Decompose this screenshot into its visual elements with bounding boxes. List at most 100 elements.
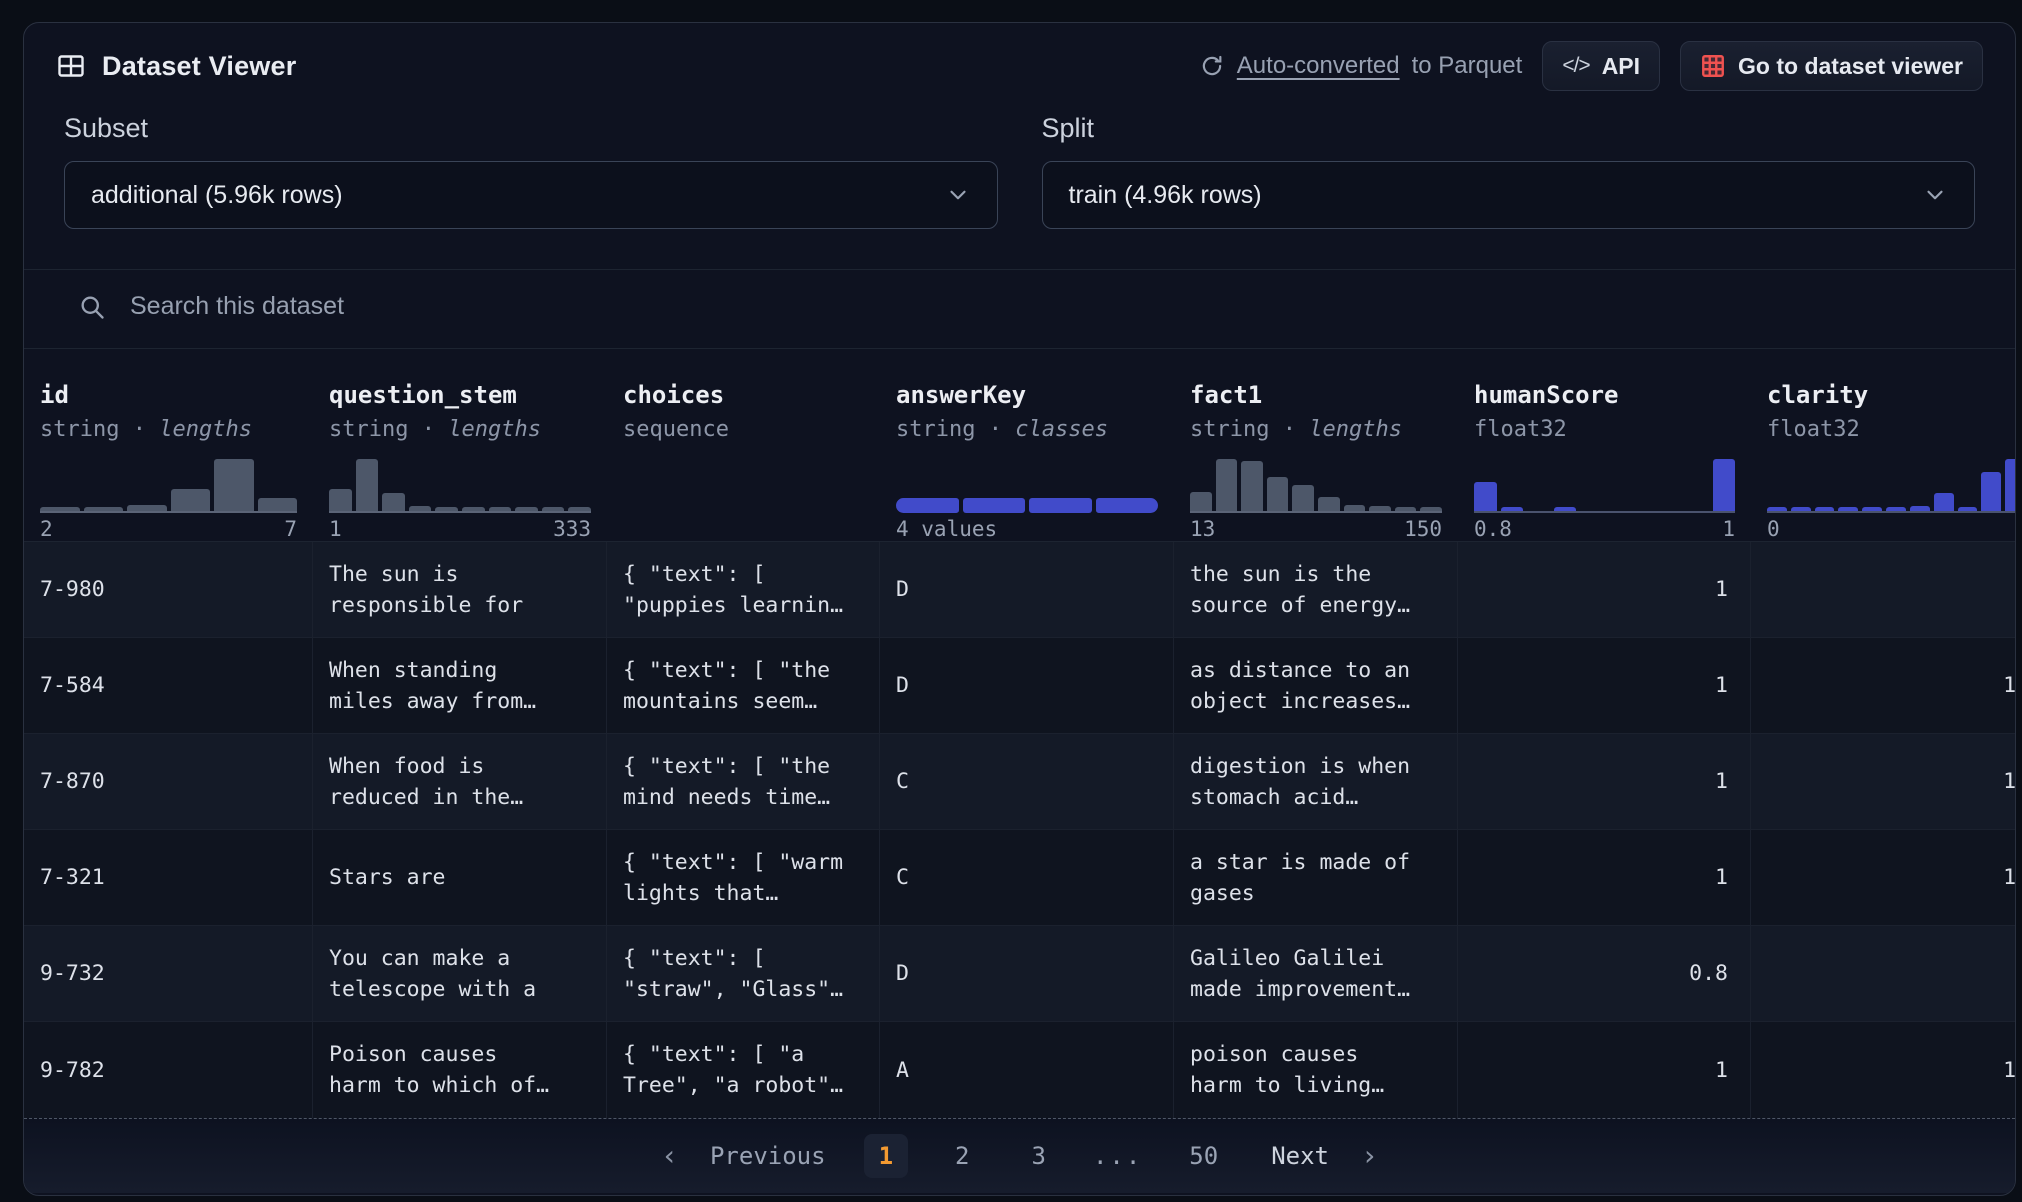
column-header-clarity: clarity float32 0 bbox=[1751, 349, 2016, 541]
cell-human-score: 1 bbox=[1458, 830, 1751, 925]
table-row: 9-782 Poison causes harm to which of… { … bbox=[24, 1022, 2015, 1118]
cell-choices: { "text": [ "a Tree", "a robot"… bbox=[607, 1022, 880, 1118]
header-actions: Auto-converted to Parquet </> API Go to … bbox=[1199, 41, 1983, 91]
code-icon: </> bbox=[1562, 54, 1589, 78]
histogram-min: 1 bbox=[329, 517, 342, 541]
previous-chevron-icon: ‹ bbox=[661, 1144, 678, 1168]
cell-id: 7-980 bbox=[24, 542, 313, 637]
histogram-fact1 bbox=[1190, 459, 1442, 513]
auto-converted-note: Auto-converted to Parquet bbox=[1199, 52, 1523, 80]
selectors-row: Subset additional (5.96k rows) Split tra… bbox=[24, 113, 2015, 229]
card-header: Dataset Viewer Auto-converted to Parquet… bbox=[24, 23, 2015, 99]
table-row: 7-584 When standing miles away from… { "… bbox=[24, 638, 2015, 734]
column-header-id: id string · lengths 27 bbox=[24, 349, 313, 541]
cell-answer-key: A bbox=[880, 1022, 1174, 1118]
cell-choices: { "text": [ "puppies learnin… bbox=[607, 542, 880, 637]
go-to-dataset-viewer-button[interactable]: Go to dataset viewer bbox=[1680, 41, 1983, 91]
histogram-clarity bbox=[1767, 459, 2016, 513]
dataset-viewer-card: Dataset Viewer Auto-converted to Parquet… bbox=[23, 22, 2016, 1196]
cell-fact1: the sun is the source of energy… bbox=[1174, 542, 1458, 637]
cell-id: 7-584 bbox=[24, 638, 313, 733]
histogram-max: 333 bbox=[553, 517, 591, 541]
column-header-choices: choices sequence bbox=[607, 349, 880, 541]
cell-question-stem: You can make a telescope with a bbox=[313, 926, 607, 1021]
cell-choices: { "text": [ "warm lights that… bbox=[607, 830, 880, 925]
subset-select-value: additional (5.96k rows) bbox=[91, 181, 343, 210]
red-grid-icon bbox=[1700, 53, 1726, 79]
class-bar bbox=[896, 459, 1158, 513]
pages-ellipsis: ... bbox=[1093, 1142, 1142, 1170]
column-header-human-score: humanScore float32 0.81 bbox=[1458, 349, 1751, 541]
subset-label: Subset bbox=[64, 113, 998, 143]
page-number-50[interactable]: 50 bbox=[1174, 1134, 1233, 1178]
cell-question-stem: When standing miles away from… bbox=[313, 638, 607, 733]
cell-fact1: as distance to an object increases… bbox=[1174, 638, 1458, 733]
cell-answer-key: C bbox=[880, 830, 1174, 925]
cell-clarity: 1. bbox=[1751, 1022, 2016, 1118]
split-label: Split bbox=[1042, 113, 1976, 143]
cell-clarity: 1. bbox=[1751, 734, 2016, 829]
column-header-answer-key: answerKey string · classes 4 values bbox=[880, 349, 1174, 541]
search-row bbox=[24, 269, 2015, 348]
histogram-empty bbox=[623, 459, 864, 513]
pagination: ‹ Previous 1 2 3 ... 50 Next › bbox=[24, 1119, 2015, 1193]
histogram-question-stem bbox=[329, 459, 591, 513]
histogram-min: 2 bbox=[40, 517, 53, 541]
histogram-min: 13 bbox=[1190, 517, 1215, 541]
parquet-text: to Parquet bbox=[1412, 52, 1523, 80]
cell-answer-key: C bbox=[880, 734, 1174, 829]
split-select[interactable]: train (4.96k rows) bbox=[1042, 161, 1976, 229]
cell-question-stem: When food is reduced in the… bbox=[313, 734, 607, 829]
column-header-fact1: fact1 string · lengths 13150 bbox=[1174, 349, 1458, 541]
cell-question-stem: Poison causes harm to which of… bbox=[313, 1022, 607, 1118]
cell-clarity bbox=[1751, 542, 2016, 637]
next-chevron-icon: › bbox=[1361, 1144, 1378, 1168]
cell-choices: { "text": [ "the mountains seem… bbox=[607, 638, 880, 733]
previous-button[interactable]: Previous bbox=[698, 1134, 838, 1178]
go-to-dataset-viewer-label: Go to dataset viewer bbox=[1738, 53, 1963, 80]
table-row: 7-321 Stars are { "text": [ "warm lights… bbox=[24, 830, 2015, 926]
histogram-max: 7 bbox=[284, 517, 297, 541]
histogram-min: 0 bbox=[1767, 517, 1780, 541]
cell-answer-key: D bbox=[880, 542, 1174, 637]
auto-converted-link[interactable]: Auto-converted bbox=[1237, 52, 1400, 80]
cell-answer-key: D bbox=[880, 638, 1174, 733]
cell-fact1: Galileo Galilei made improvement… bbox=[1174, 926, 1458, 1021]
cell-fact1: digestion is when stomach acid… bbox=[1174, 734, 1458, 829]
chevron-down-icon bbox=[1922, 182, 1948, 208]
cell-fact1: a star is made of gases bbox=[1174, 830, 1458, 925]
cell-clarity bbox=[1751, 926, 2016, 1021]
search-icon bbox=[78, 293, 106, 321]
title-wrap: Dataset Viewer bbox=[56, 51, 296, 82]
table-row: 7-870 When food is reduced in the… { "te… bbox=[24, 734, 2015, 830]
cell-id: 9-732 bbox=[24, 926, 313, 1021]
table-grid-icon bbox=[56, 51, 86, 81]
cell-choices: { "text": [ "straw", "Glass"… bbox=[607, 926, 880, 1021]
page-number-3[interactable]: 3 bbox=[1016, 1134, 1060, 1178]
cell-clarity: 1. bbox=[1751, 638, 2016, 733]
page-title: Dataset Viewer bbox=[102, 51, 296, 82]
chevron-down-icon bbox=[945, 182, 971, 208]
table-row: 9-732 You can make a telescope with a { … bbox=[24, 926, 2015, 1022]
api-button-label: API bbox=[1602, 53, 1640, 80]
split-select-value: train (4.96k rows) bbox=[1069, 181, 1262, 210]
cell-question-stem: Stars are bbox=[313, 830, 607, 925]
cell-clarity: 1. bbox=[1751, 830, 2016, 925]
api-button[interactable]: </> API bbox=[1542, 41, 1660, 91]
cell-human-score: 1 bbox=[1458, 542, 1751, 637]
refresh-icon bbox=[1199, 53, 1225, 79]
subset-select[interactable]: additional (5.96k rows) bbox=[64, 161, 998, 229]
page-number-1[interactable]: 1 bbox=[864, 1134, 908, 1178]
histogram-human-score bbox=[1474, 459, 1735, 513]
cell-id: 7-870 bbox=[24, 734, 313, 829]
histogram-max: 1 bbox=[1722, 517, 1735, 541]
search-input[interactable] bbox=[130, 292, 830, 321]
next-button[interactable]: Next bbox=[1259, 1134, 1341, 1178]
column-header-question-stem: question_stem string · lengths 1333 bbox=[313, 349, 607, 541]
page: { "header": { "title": "Dataset Viewer",… bbox=[0, 0, 2022, 1202]
cell-human-score: 1 bbox=[1458, 734, 1751, 829]
cell-id: 9-782 bbox=[24, 1022, 313, 1118]
cell-fact1: poison causes harm to living… bbox=[1174, 1022, 1458, 1118]
cell-human-score: 1 bbox=[1458, 1022, 1751, 1118]
page-number-2[interactable]: 2 bbox=[940, 1134, 984, 1178]
